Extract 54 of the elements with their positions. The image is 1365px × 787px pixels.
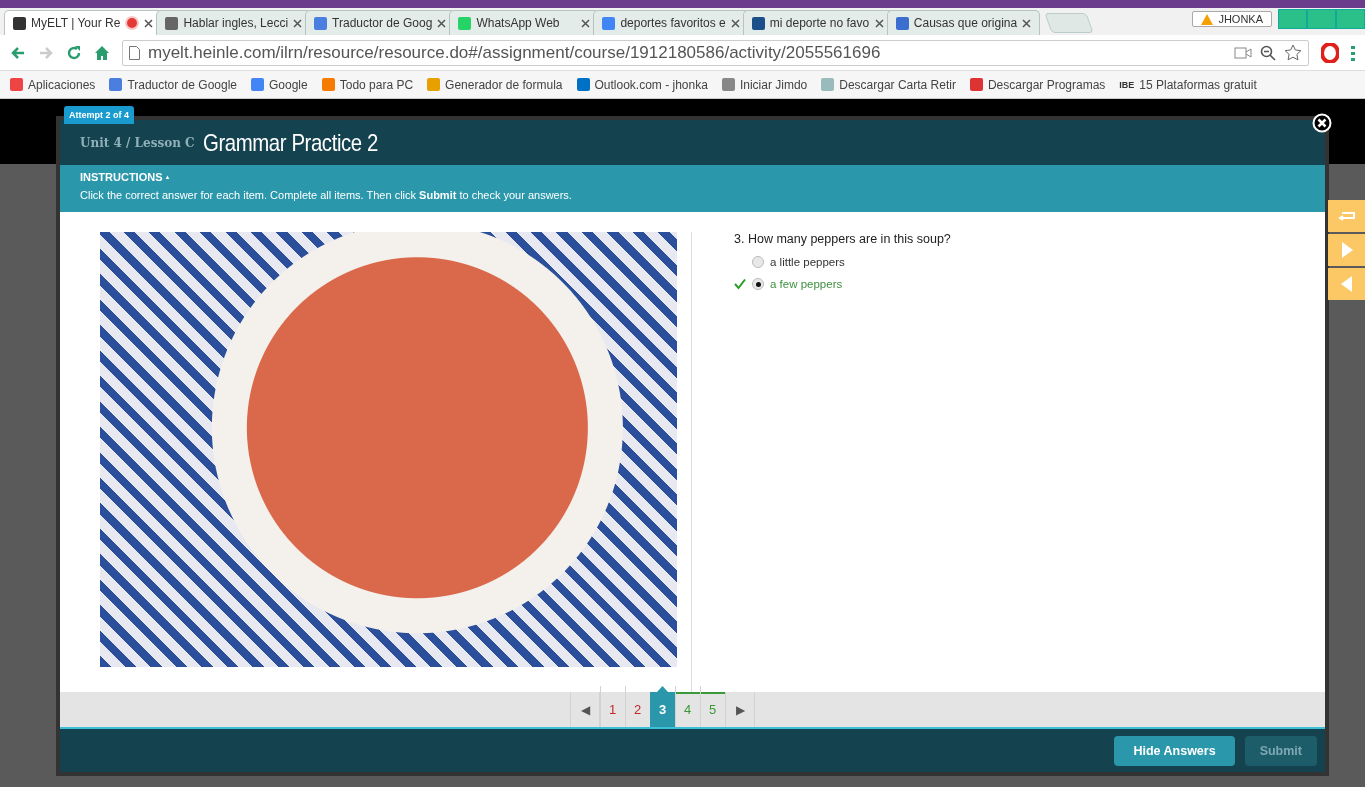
bookmark-item[interactable]: IBE 15 Plataformas gratuit — [1119, 77, 1257, 92]
favicon-icon — [751, 16, 765, 30]
return-arrow-icon — [1337, 211, 1356, 221]
home-icon[interactable] — [94, 44, 110, 61]
breadcrumb: Unit 4 / Lesson C — [80, 135, 195, 150]
bookmark-item[interactable]: Google — [251, 77, 308, 92]
bookmark-item[interactable]: Descargar Carta Retir — [821, 77, 956, 92]
activity-title: Grammar Practice 2 — [202, 128, 378, 157]
reload-icon[interactable] — [66, 44, 82, 61]
radio-button[interactable] — [752, 256, 764, 268]
close-icon[interactable] — [1022, 18, 1032, 28]
play-icon — [1340, 242, 1353, 258]
bookmark-item[interactable]: Iniciar Jimdo — [721, 77, 808, 92]
favicon-icon — [314, 16, 328, 30]
instructions-heading: INSTRUCTIONS — [80, 171, 163, 183]
instructions-text: Click the correct answer for each item. Complete all items. Then click Submit to check your answers. — [80, 189, 573, 201]
zoom-icon[interactable] — [1260, 44, 1276, 61]
address-field[interactable]: myelt.heinle.com/ilrn/resource/resource.do#/assignment/course/1912180586/activity/2055561696 — [122, 39, 1309, 66]
favicon-icon — [895, 16, 909, 30]
previous-button[interactable]: ◀ — [570, 692, 600, 727]
bookmark-item[interactable]: Outlook.com - jhonka — [576, 77, 708, 92]
answer-option[interactable]: a few peppers — [734, 278, 951, 290]
back-arrow-icon[interactable] — [10, 44, 26, 61]
favicon-icon — [458, 16, 472, 30]
bookmark-item[interactable]: Todo para PC — [321, 77, 414, 92]
menu-icon[interactable] — [1351, 44, 1355, 61]
favicon-icon — [13, 16, 26, 30]
bookmark-item[interactable]: Generador de formula — [427, 77, 563, 92]
answer-option[interactable]: a little peppers — [734, 256, 951, 268]
favicon-icon — [602, 16, 616, 30]
close-icon[interactable] — [293, 18, 303, 28]
close-icon[interactable] — [730, 18, 740, 28]
bookmark-item[interactable]: Descargar Programas — [969, 77, 1106, 92]
close-icon[interactable] — [874, 18, 884, 28]
camera-icon[interactable] — [1234, 45, 1252, 60]
left-triangle-icon — [1340, 276, 1353, 292]
close-icon[interactable] — [581, 18, 591, 28]
close-icon[interactable] — [144, 18, 154, 28]
next-button[interactable]: ▶ — [725, 692, 755, 727]
favicon-icon — [165, 16, 179, 30]
radio-button[interactable] — [752, 278, 764, 290]
close-icon[interactable] — [437, 18, 447, 28]
page-icon — [129, 45, 140, 60]
browser-tab[interactable]: Causas que origina — [886, 10, 1041, 35]
page-button[interactable]: 2 — [625, 686, 650, 727]
question-text: 3. How many peppers are in this soup? — [734, 232, 951, 246]
warning-icon — [1201, 13, 1214, 25]
star-icon[interactable] — [1284, 44, 1302, 61]
attempt-badge: Attempt 2 of 4 — [64, 106, 134, 124]
opera-icon[interactable] — [1321, 42, 1339, 63]
profile-button[interactable]: JHONKA — [1192, 11, 1272, 27]
page-button[interactable]: 1 — [600, 686, 625, 727]
bookmark-item[interactable]: Traductor de Google — [109, 77, 237, 92]
bookmark-item[interactable]: Aplicaciones — [10, 77, 96, 92]
